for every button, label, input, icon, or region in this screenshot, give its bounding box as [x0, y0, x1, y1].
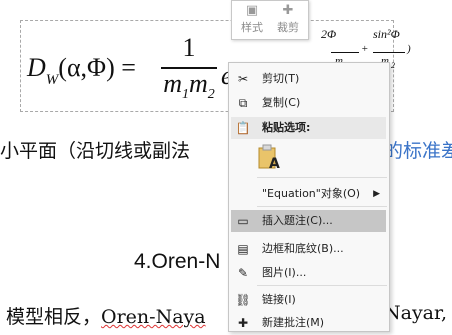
paste-keep-text-only-button[interactable]: A	[257, 144, 281, 172]
menu-separator	[257, 177, 387, 178]
style-button[interactable]: ▣ 样式	[234, 1, 270, 39]
borders-icon: ▤	[237, 242, 249, 256]
picture-icon: ✎	[237, 266, 249, 280]
menu-item-copy[interactable]: ⧉ 复制(C)	[231, 92, 386, 114]
body-text-line-right: 的标准差	[384, 140, 452, 162]
submenu-arrow-icon: ▶	[373, 189, 380, 199]
menu-item-insert-caption[interactable]: ▭ 插入题注(C)...	[231, 210, 386, 232]
body-text-line-right: Nayar,	[384, 302, 448, 324]
scissors-icon: ✂	[237, 72, 249, 86]
menu-separator	[257, 206, 387, 207]
link-icon: ⛓	[235, 293, 251, 307]
style-icon: ▣	[245, 2, 259, 17]
menu-separator	[257, 285, 387, 286]
paste-icon: 📋	[235, 121, 251, 135]
equation-lhs: DW(α,Φ) =	[27, 53, 136, 88]
menu-section-paste-options: 📋 粘贴选项:	[231, 117, 386, 139]
menu-item-picture[interactable]: ✎ 图片(I)...	[231, 262, 386, 284]
menu-item-equation-object[interactable]: "Equation"对象(O) ▶	[231, 183, 386, 205]
section-heading: 4.Oren-N	[134, 250, 221, 273]
body-text-line: 小平面（沿切线或副法	[0, 140, 191, 162]
menu-item-borders-shading[interactable]: ▤ 边框和底纹(B)...	[231, 238, 386, 260]
mini-toolbar: ▣ 样式 ✚ 裁剪	[231, 0, 309, 40]
menu-item-cut[interactable]: ✂ 剪切(T)	[231, 68, 386, 90]
caption-icon: ▭	[237, 214, 249, 228]
crop-button[interactable]: ✚ 裁剪	[270, 1, 306, 39]
comment-icon: ✚	[237, 316, 249, 330]
body-text-line: 模型相反，Oren-Naya	[6, 306, 206, 328]
equation-fraction: 1 m1m2	[159, 33, 219, 102]
crop-icon: ✚	[282, 2, 294, 17]
context-menu: ✂ 剪切(T) ⧉ 复制(C) 📋 粘贴选项: A "Equation"对象(O…	[228, 62, 390, 332]
menu-item-link[interactable]: ⛓ 链接(I)	[231, 289, 386, 311]
copy-icon: ⧉	[238, 96, 248, 110]
menu-item-new-comment[interactable]: ✚ 新建批注(M)	[231, 312, 386, 334]
